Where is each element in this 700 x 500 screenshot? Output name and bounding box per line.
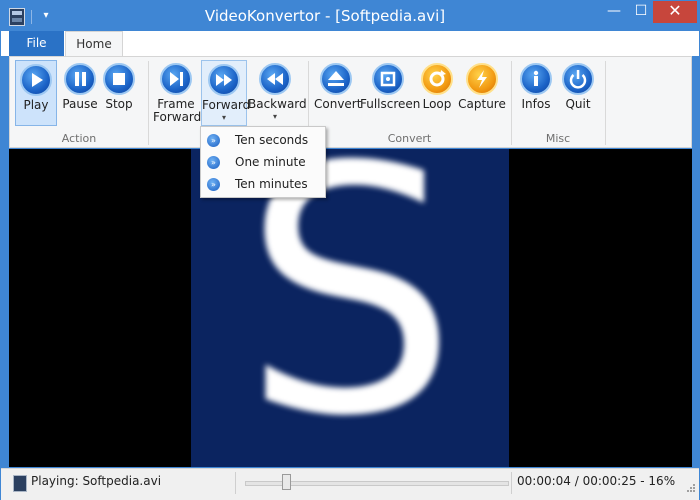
infos-label: Infos — [521, 97, 551, 111]
forward-button[interactable]: Forward ▾ — [201, 60, 251, 126]
backward-button[interactable]: Backward ▾ — [248, 60, 307, 126]
menu-item-label: One minute — [235, 155, 306, 169]
title-bar: ▾ VideoKonvertor - [Softpedia.avi] — ☐ ✕ — [1, 1, 699, 31]
forward-label: Forward — [202, 98, 251, 112]
menu-item-label: Ten minutes — [235, 177, 308, 191]
maximize-button[interactable]: ☐ — [629, 1, 653, 23]
quit-label: Quit — [565, 97, 591, 111]
convert-label: Convert — [314, 97, 362, 111]
lightning-icon — [466, 63, 498, 95]
ribbon-tabs: File Home — [1, 31, 699, 56]
group-label-misc: Misc — [545, 132, 571, 145]
forward-dropdown-menu: » Ten seconds » One minute » Ten minutes — [200, 126, 326, 198]
frame-forward-label-line2: Forward — [153, 110, 202, 124]
frame-forward-icon — [160, 63, 192, 95]
close-button[interactable]: ✕ — [653, 1, 697, 23]
play-label: Play — [23, 98, 49, 112]
eject-icon — [320, 63, 352, 95]
backward-label: Backward — [248, 97, 307, 111]
menu-item-ten-minutes[interactable]: » Ten minutes — [201, 173, 325, 195]
fullscreen-icon — [372, 63, 404, 95]
pause-icon — [64, 63, 96, 95]
status-divider — [235, 472, 236, 494]
loop-label: Loop — [422, 97, 452, 111]
minimize-button[interactable]: — — [602, 1, 626, 23]
media-file-icon — [13, 475, 27, 492]
frame-forward-button[interactable]: Frame Forward — [153, 60, 202, 126]
playing-status: Playing: Softpedia.avi — [31, 474, 162, 488]
rewind-icon — [259, 63, 291, 95]
infos-button[interactable]: Infos — [516, 60, 556, 126]
seek-slider-thumb[interactable] — [282, 474, 292, 490]
stop-button[interactable]: Stop — [100, 60, 138, 126]
stop-label: Stop — [105, 97, 133, 111]
forward-icon: » — [207, 134, 220, 147]
menu-item-label: Ten seconds — [235, 133, 309, 147]
video-area[interactable]: S — [9, 149, 692, 467]
pause-label: Pause — [62, 97, 98, 111]
forward-icon: » — [207, 178, 220, 191]
forward-dropdown-icon[interactable]: ▾ — [202, 113, 246, 122]
ribbon-panel: Play Pause Stop Action Frame Forward For… — [9, 56, 692, 148]
menu-item-ten-seconds[interactable]: » Ten seconds — [201, 129, 325, 151]
info-icon — [520, 63, 552, 95]
group-separator — [605, 61, 606, 145]
capture-button[interactable]: Capture — [458, 60, 506, 126]
group-separator — [148, 61, 149, 145]
backward-dropdown-icon[interactable]: ▾ — [248, 112, 302, 121]
loop-button[interactable]: Loop — [417, 60, 457, 126]
forward-icon: » — [207, 156, 220, 169]
convert-button[interactable]: Convert — [314, 60, 362, 126]
time-readout: 00:00:04 / 00:00:25 - 16% — [517, 474, 676, 488]
power-icon — [562, 63, 594, 95]
group-label-convert: Convert — [387, 132, 432, 145]
tab-home[interactable]: Home — [65, 31, 123, 56]
pause-button[interactable]: Pause — [59, 60, 101, 126]
stop-icon — [103, 63, 135, 95]
fast-forward-icon — [208, 64, 240, 96]
resize-grip-icon[interactable] — [684, 483, 696, 495]
play-button[interactable]: Play — [15, 60, 57, 126]
fullscreen-button[interactable]: Fullscreen — [360, 60, 421, 126]
group-label-action: Action — [61, 132, 97, 145]
app-window: ▾ VideoKonvertor - [Softpedia.avi] — ☐ ✕… — [0, 0, 700, 500]
menu-item-one-minute[interactable]: » One minute — [201, 151, 325, 173]
quit-button[interactable]: Quit — [558, 60, 598, 126]
capture-label: Capture — [458, 97, 506, 111]
window-title: VideoKonvertor - [Softpedia.avi] — [204, 7, 446, 25]
play-icon — [20, 64, 52, 96]
status-divider — [511, 472, 512, 494]
fullscreen-label: Fullscreen — [360, 97, 421, 111]
loop-icon — [421, 63, 453, 95]
status-bar: Playing: Softpedia.avi 00:00:04 / 00:00:… — [1, 468, 699, 500]
tab-file[interactable]: File — [9, 31, 64, 56]
